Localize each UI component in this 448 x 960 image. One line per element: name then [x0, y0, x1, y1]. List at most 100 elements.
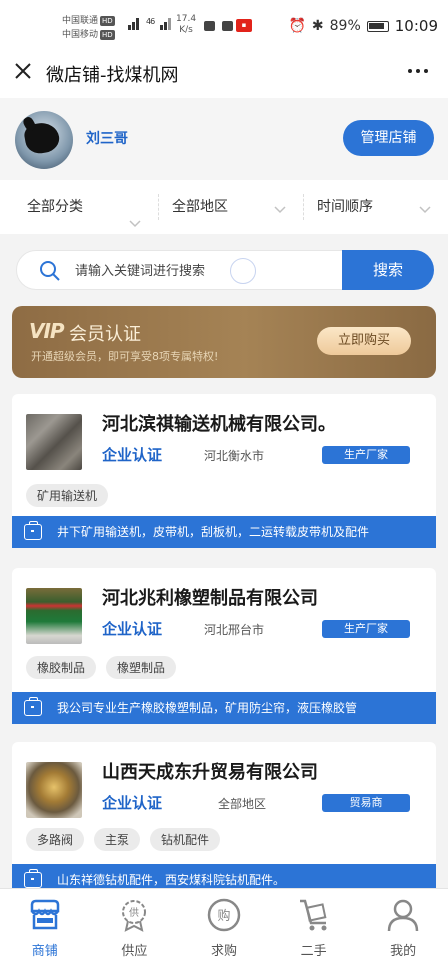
battery-percent: 89% — [329, 18, 361, 34]
title-bar: 微店铺-找煤机网 — [0, 48, 448, 98]
tab-shop[interactable]: 商铺 — [0, 889, 90, 960]
filter-bar: 全部分类 全部地区 时间顺序 — [0, 180, 448, 234]
enterprise-certified-label: 企业认证 — [102, 446, 163, 464]
enterprise-certified-label: 企业认证 — [102, 620, 163, 638]
briefcase-icon — [24, 521, 42, 540]
search-button[interactable]: 搜索 — [342, 250, 434, 290]
network-speed: 17.4 K/s — [176, 14, 196, 36]
company-name: 山西天成东升贸易有限公司 — [102, 762, 318, 783]
svg-text:供: 供 — [129, 906, 139, 919]
svg-text:购: 购 — [217, 908, 230, 924]
company-description: 我公司专业生产橡胶橡塑制品，矿用防尘帘，液压橡胶管 — [12, 692, 436, 724]
clock: 10:09 — [394, 17, 438, 35]
chevron-down-icon — [128, 199, 142, 228]
company-name: 河北滨祺输送机械有限公司。 — [102, 414, 336, 435]
company-description: 井下矿用输送机，皮带机，刮板机，二运转载皮带机及配件 — [12, 516, 436, 548]
company-card[interactable]: 河北滨祺输送机械有限公司。 企业认证 河北衡水市 生产厂家 矿用输送机 井下矿用… — [12, 394, 436, 548]
tab-mine[interactable]: 我的 — [358, 889, 448, 960]
tab-secondhand-label: 二手 — [300, 944, 327, 959]
tag-list: 矿用输送机 — [26, 484, 109, 507]
filter-sort-label: 时间顺序 — [317, 199, 373, 215]
briefcase-icon — [24, 697, 42, 716]
vip-title: 会员认证 — [69, 324, 141, 345]
status-right: ⏰ ✱ 89% 10:09 — [288, 17, 438, 35]
carrier-info: 中国联通 HD 中国移动 HD — [62, 14, 115, 42]
company-card[interactable]: 河北兆利橡塑制品有限公司 企业认证 河北邢台市 生产厂家 橡胶制品 橡塑制品 我… — [12, 568, 436, 724]
page-title: 微店铺-找煤机网 — [46, 65, 179, 86]
tag[interactable]: 主泵 — [94, 828, 141, 851]
company-type-badge: 贸易商 — [322, 794, 410, 812]
filter-region[interactable]: 全部地区 — [158, 194, 303, 220]
cart-icon — [296, 897, 332, 933]
horse-image — [22, 120, 62, 156]
carrier-1: 中国联通 — [62, 16, 99, 26]
vip-badge: VIP — [29, 319, 65, 343]
bottom-tab-bar: 商铺 供 供应 购 求购 二手 我的 — [0, 888, 448, 960]
bluetooth-icon: ✱ — [311, 18, 324, 34]
company-region: 河北衡水市 — [204, 449, 265, 463]
company-region: 全部地区 — [218, 797, 267, 811]
vip-subtitle: 开通超级会员，即可享受8项专属特权! — [31, 350, 219, 363]
hd-badge-2: HD — [100, 29, 115, 40]
tag[interactable]: 钻机配件 — [150, 828, 221, 851]
app-notification-icon: ▪ — [236, 19, 252, 32]
tag[interactable]: 矿用输送机 — [26, 484, 109, 507]
status-bar: 中国联通 HD 中国移动 HD 46 17.4 K/s ▪ ⏰ ✱ 89% 10:0… — [0, 0, 448, 48]
username: 刘三哥 — [86, 131, 128, 147]
tag[interactable]: 橡胶制品 — [26, 656, 97, 679]
user-icon — [385, 897, 421, 933]
vip-banner[interactable]: VIP 会员认证 开通超级会员，即可享受8项专属特权! 立即购买 — [12, 306, 436, 378]
signal-icon-2 — [154, 16, 174, 32]
description-text: 我公司专业生产橡胶橡塑制品，矿用防尘帘，液压橡胶管 — [57, 701, 358, 715]
filter-category[interactable]: 全部分类 — [0, 180, 158, 234]
company-name: 河北兆利橡塑制品有限公司 — [102, 588, 318, 609]
manage-shop-button[interactable]: 管理店铺 — [343, 120, 434, 156]
description-text: 井下矿用输送机，皮带机，刮板机，二运转载皮带机及配件 — [57, 525, 370, 539]
loading-spinner-icon — [230, 258, 256, 284]
company-card[interactable]: 山西天成东升贸易有限公司 企业认证 全部地区 贸易商 多路阀 主泵 钻机配件 山… — [12, 742, 436, 888]
network-type-label: 46 — [146, 17, 155, 26]
supply-icon: 供 — [116, 897, 152, 933]
avatar[interactable] — [15, 111, 73, 169]
close-icon[interactable] — [12, 61, 34, 83]
company-thumbnail — [26, 762, 82, 818]
tab-mine-label: 我的 — [390, 944, 417, 959]
shop-icon — [27, 897, 63, 933]
tag-list: 橡胶制品 橡塑制品 — [26, 656, 177, 679]
signal-icon-1 — [120, 16, 142, 32]
carrier-2: 中国移动 — [62, 30, 99, 40]
alarm-icon: ⏰ — [288, 18, 306, 34]
buy-now-button[interactable]: 立即购买 — [317, 327, 411, 355]
notification-icon — [204, 21, 215, 31]
tag[interactable]: 橡塑制品 — [106, 656, 177, 679]
tab-buy[interactable]: 购 求购 — [179, 889, 269, 960]
tab-supply[interactable]: 供 供应 — [90, 889, 180, 960]
more-icon[interactable] — [406, 54, 430, 90]
description-text: 山东祥德钻机配件，西安煤科院钻机配件。 — [57, 873, 286, 887]
company-type-badge: 生产厂家 — [322, 620, 410, 638]
tab-supply-label: 供应 — [121, 944, 148, 959]
filter-sort[interactable]: 时间顺序 — [303, 194, 448, 220]
search-icon — [39, 260, 61, 282]
enterprise-certified-label: 企业认证 — [102, 794, 163, 812]
company-thumbnail — [26, 414, 82, 470]
tab-shop-label: 商铺 — [31, 944, 58, 959]
tab-secondhand[interactable]: 二手 — [269, 889, 359, 960]
notification-icon-2 — [222, 21, 233, 31]
buy-icon: 购 — [206, 897, 242, 933]
search-box[interactable] — [16, 250, 346, 290]
company-description: 山东祥德钻机配件，西安煤科院钻机配件。 — [12, 864, 436, 888]
tab-buy-label: 求购 — [210, 944, 237, 959]
briefcase-icon — [24, 869, 42, 888]
company-type-badge: 生产厂家 — [322, 446, 410, 464]
chevron-down-icon — [418, 199, 432, 214]
company-region: 河北邢台市 — [204, 623, 265, 637]
chevron-down-icon — [273, 199, 287, 214]
tag[interactable]: 多路阀 — [26, 828, 85, 851]
filter-region-label: 全部地区 — [172, 199, 228, 215]
hd-badge-1: HD — [100, 15, 115, 26]
speed-unit: K/s — [179, 25, 193, 35]
search-input[interactable] — [75, 261, 315, 281]
battery-icon — [366, 20, 389, 32]
company-thumbnail — [26, 588, 82, 644]
